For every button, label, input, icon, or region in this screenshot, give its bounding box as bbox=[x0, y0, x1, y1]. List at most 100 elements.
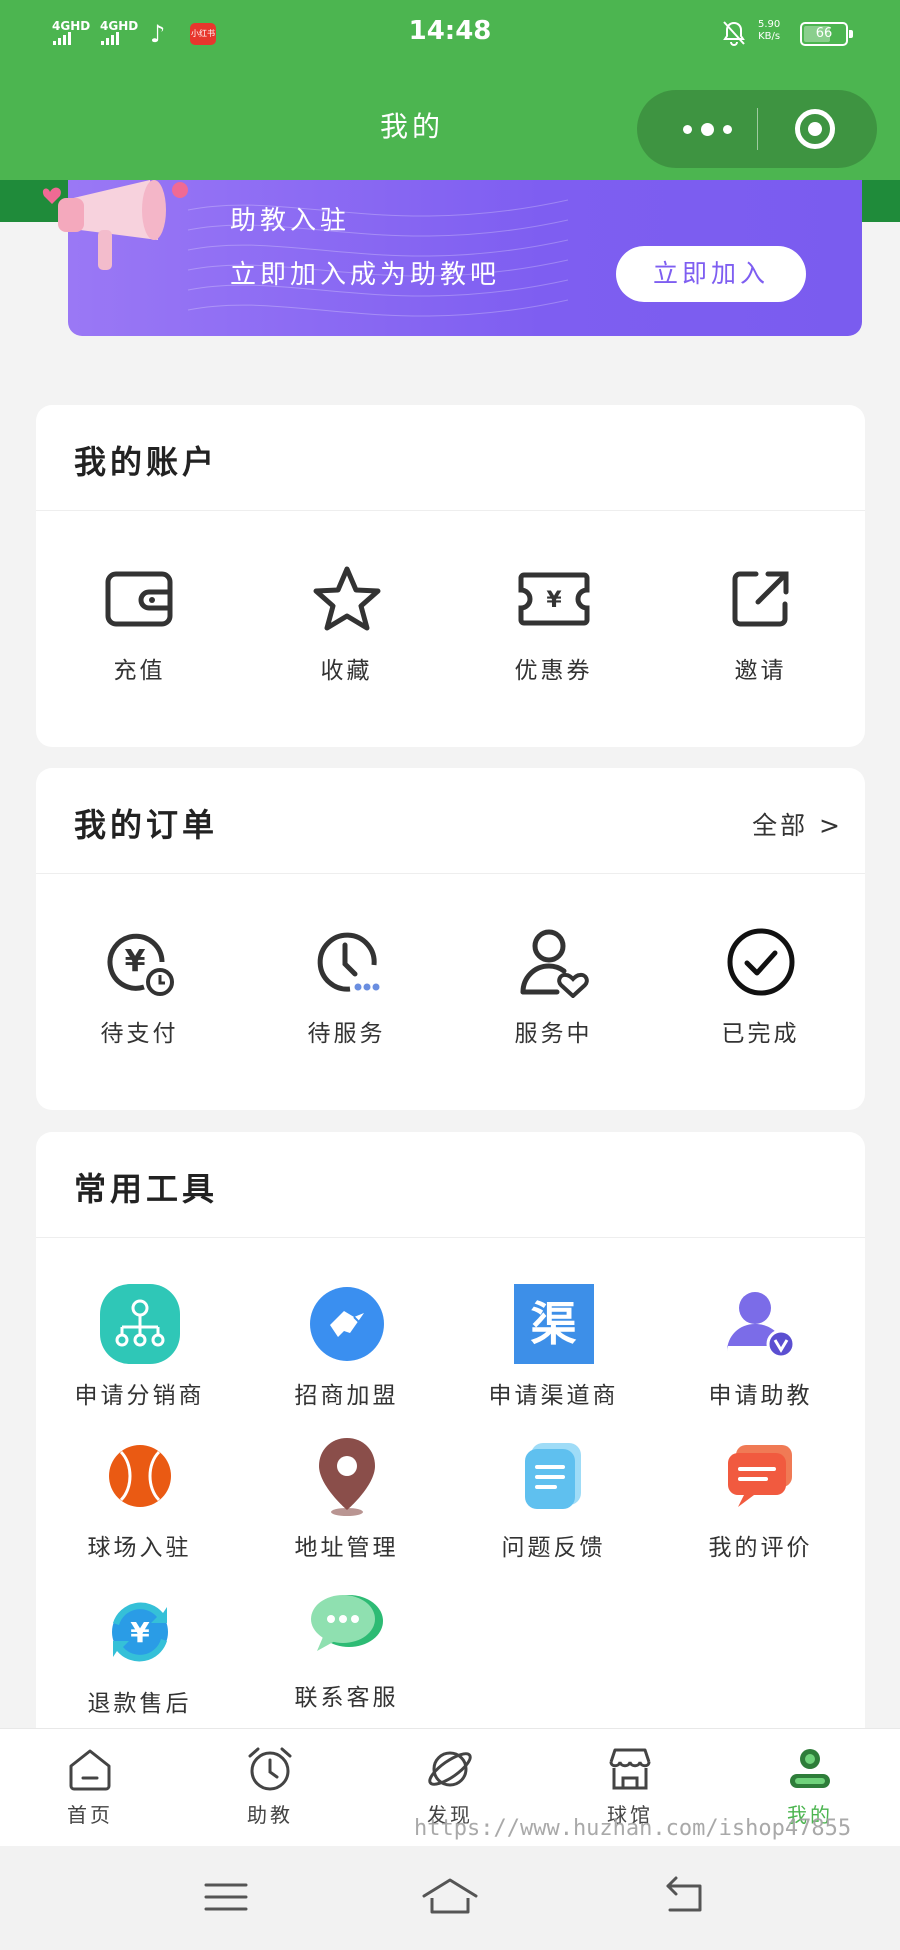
tab-home-label: 首页 bbox=[67, 1803, 113, 1827]
handshake-icon bbox=[305, 1282, 389, 1366]
tab-mine[interactable]: 我的 bbox=[720, 1741, 900, 1828]
address-management-label: 地址管理 bbox=[294, 1535, 399, 1561]
join-now-button[interactable]: 立即加入 bbox=[616, 246, 806, 302]
yen-clock-icon: ¥ bbox=[98, 920, 182, 1004]
tab-venue[interactable]: 球馆 bbox=[540, 1741, 720, 1828]
venue-join-label: 球场入驻 bbox=[87, 1535, 192, 1561]
svg-text:¥: ¥ bbox=[546, 588, 562, 613]
account-header: 我的账户 bbox=[36, 405, 865, 511]
capsule-divider bbox=[757, 108, 758, 150]
tab-discover[interactable]: 发现 bbox=[360, 1741, 540, 1828]
contact-service-label: 联系客服 bbox=[294, 1685, 399, 1711]
wallet-icon bbox=[98, 557, 182, 641]
coupons-label: 优惠券 bbox=[514, 658, 593, 684]
pending-payment-label: 待支付 bbox=[100, 1021, 179, 1047]
orders-title: 我的订单 bbox=[74, 806, 219, 844]
page-title: 我的 bbox=[379, 110, 444, 143]
top-bar: 4GHD 4GHD ♪ 小红书 14:48 5.90 KB/s 66 我的 bbox=[0, 0, 900, 180]
pending-service-label: 待服务 bbox=[307, 1021, 386, 1047]
completed-label: 已完成 bbox=[721, 1021, 800, 1047]
user-heart-icon bbox=[512, 920, 596, 1004]
channel-icon: 渠 bbox=[512, 1282, 596, 1366]
pending-payment-item[interactable]: ¥ 待支付 bbox=[36, 920, 243, 1048]
account-card: 我的账户 充值 收藏 ¥ 优惠券 邀请 bbox=[36, 405, 865, 747]
share-icon bbox=[719, 557, 803, 641]
verified-user-icon bbox=[719, 1282, 803, 1366]
feedback-doc-icon bbox=[512, 1434, 596, 1518]
chat-icon bbox=[305, 1584, 389, 1668]
apply-distributor-item[interactable]: 申请分销商 bbox=[36, 1282, 243, 1410]
venue-join-item[interactable]: 球场入驻 bbox=[36, 1434, 243, 1562]
alarm-clock-icon bbox=[180, 1741, 360, 1797]
net-speed-unit: KB/s bbox=[758, 31, 781, 42]
star-icon bbox=[305, 557, 389, 641]
feedback-item[interactable]: 问题反馈 bbox=[450, 1434, 657, 1562]
battery-icon: 66 bbox=[800, 22, 853, 46]
view-all-orders-link[interactable]: 全部 > bbox=[752, 806, 843, 842]
comment-icon bbox=[719, 1434, 803, 1518]
invite-item[interactable]: 邀请 bbox=[657, 557, 864, 685]
franchise-label: 招商加盟 bbox=[294, 1383, 399, 1409]
banner-subtitle: 立即加入成为助教吧 bbox=[230, 260, 501, 290]
bell-muted-icon bbox=[722, 20, 746, 52]
tab-home[interactable]: 首页 bbox=[0, 1741, 180, 1828]
channel-glyph: 渠 bbox=[513, 1284, 594, 1364]
tools-header: 常用工具 bbox=[36, 1132, 865, 1238]
network-icon bbox=[98, 1282, 182, 1366]
in-service-item[interactable]: 服务中 bbox=[450, 920, 657, 1048]
address-management-item[interactable]: 地址管理 bbox=[243, 1434, 450, 1562]
mini-program-capsule bbox=[637, 90, 877, 168]
check-circle-icon bbox=[719, 920, 803, 1004]
clock-icon bbox=[305, 920, 389, 1004]
my-reviews-item[interactable]: 我的评价 bbox=[657, 1434, 864, 1562]
system-navigation-bar bbox=[0, 1846, 900, 1950]
tab-coach[interactable]: 助教 bbox=[180, 1741, 360, 1828]
completed-item[interactable]: 已完成 bbox=[657, 920, 864, 1048]
feedback-label: 问题反馈 bbox=[501, 1535, 606, 1561]
refund-label: 退款售后 bbox=[87, 1691, 192, 1717]
apply-channel-item[interactable]: 渠 申请渠道商 bbox=[450, 1282, 657, 1410]
status-bar: 4GHD 4GHD ♪ 小红书 14:48 5.90 KB/s 66 bbox=[0, 0, 900, 66]
invite-label: 邀请 bbox=[734, 658, 787, 684]
favorites-label: 收藏 bbox=[320, 658, 373, 684]
close-mini-program-icon[interactable] bbox=[795, 109, 835, 149]
account-title: 我的账户 bbox=[74, 443, 219, 481]
franchise-item[interactable]: 招商加盟 bbox=[243, 1282, 450, 1410]
svg-text:¥: ¥ bbox=[124, 944, 145, 979]
home-icon bbox=[0, 1741, 180, 1797]
apply-coach-label: 申请助教 bbox=[708, 1383, 813, 1409]
megaphone-icon bbox=[42, 180, 188, 270]
profile-icon bbox=[720, 1741, 900, 1797]
watermark: https://www.huzhan.com/ishop47855 bbox=[414, 1816, 852, 1841]
recharge-item[interactable]: 充值 bbox=[36, 557, 243, 685]
recharge-label: 充值 bbox=[113, 658, 166, 684]
svg-text:¥: ¥ bbox=[130, 1616, 150, 1649]
in-service-label: 服务中 bbox=[514, 1021, 593, 1047]
contact-service-item[interactable]: 联系客服 bbox=[243, 1584, 450, 1712]
more-icon[interactable] bbox=[667, 90, 747, 168]
coupons-item[interactable]: ¥ 优惠券 bbox=[450, 557, 657, 685]
favorites-item[interactable]: 收藏 bbox=[243, 557, 450, 685]
refund-icon: ¥ bbox=[98, 1590, 182, 1674]
net-speed: 5.90 KB/s bbox=[758, 19, 780, 43]
pending-service-item[interactable]: 待服务 bbox=[243, 920, 450, 1048]
orders-card: 我的订单 全部 > ¥ 待支付 待服务 服务中 已完成 bbox=[36, 768, 865, 1110]
orders-header: 我的订单 全部 > bbox=[36, 768, 865, 874]
banner-title: 助教入驻 bbox=[230, 206, 351, 236]
menu-icon[interactable] bbox=[196, 1874, 256, 1920]
location-pin-icon bbox=[305, 1434, 389, 1518]
battery-level: 66 bbox=[815, 26, 833, 41]
tab-coach-label: 助教 bbox=[247, 1803, 293, 1827]
tools-card: 常用工具 申请分销商 招商加盟 渠 申请渠道商 申请助教 球场入驻 地址管理 问… bbox=[36, 1132, 865, 1752]
ball-icon bbox=[98, 1434, 182, 1518]
apply-distributor-label: 申请分销商 bbox=[74, 1383, 205, 1409]
net-speed-value: 5.90 bbox=[758, 19, 781, 30]
store-icon bbox=[540, 1741, 720, 1797]
apply-channel-label: 申请渠道商 bbox=[488, 1383, 619, 1409]
home-nav-icon[interactable] bbox=[420, 1874, 480, 1920]
refund-item[interactable]: ¥ 退款售后 bbox=[36, 1590, 243, 1718]
back-icon[interactable] bbox=[656, 1874, 716, 1920]
apply-coach-item[interactable]: 申请助教 bbox=[657, 1282, 864, 1410]
my-reviews-label: 我的评价 bbox=[708, 1535, 813, 1561]
tools-title: 常用工具 bbox=[74, 1170, 219, 1208]
